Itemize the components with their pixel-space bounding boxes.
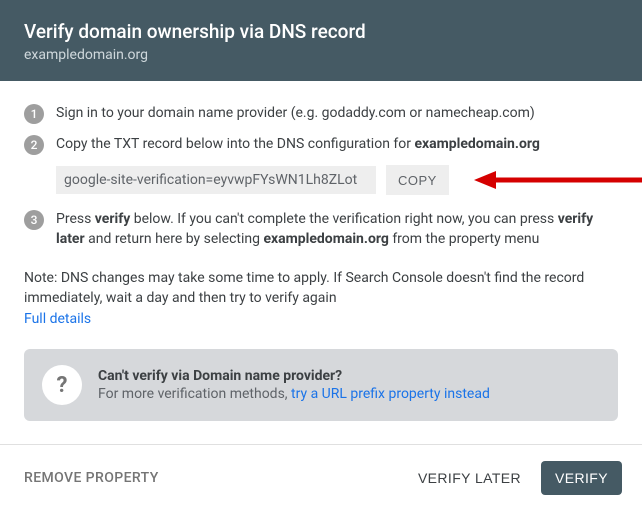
step-3-text: Press verify below. If you can't complet… <box>56 209 618 250</box>
annotation-arrow-icon <box>474 168 642 192</box>
step-2-text: Copy the TXT record below into the DNS c… <box>56 134 618 154</box>
step-3-part: and return here by selecting <box>85 231 264 247</box>
step-3-part: Press <box>56 211 95 227</box>
step-3-part: below. If you can't complete the verific… <box>130 211 557 227</box>
url-prefix-link[interactable]: try a URL prefix property instead <box>291 386 490 402</box>
verify-later-button[interactable]: VERIFY LATER <box>404 461 535 495</box>
step-1: 1 Sign in to your domain name provider (… <box>24 103 618 124</box>
step-1-text: Sign in to your domain name provider (e.… <box>56 103 618 123</box>
info-sub-prefix: For more verification methods, <box>98 386 291 402</box>
step-3: 3 Press verify below. If you can't compl… <box>24 209 618 250</box>
step-number-icon: 1 <box>24 104 44 124</box>
step-number-icon: 2 <box>24 135 44 155</box>
info-text: Can't verify via Domain name provider? F… <box>98 368 490 402</box>
step-3-bold: verify <box>95 211 130 227</box>
step-2-prefix: Copy the TXT record below into the DNS c… <box>56 136 414 152</box>
txt-record-field[interactable]: google-site-verification=eyvwpFYsWN1Lh8Z… <box>56 166 376 194</box>
step-3-bold: exampledomain.org <box>263 231 388 247</box>
dialog-footer: REMOVE PROPERTY VERIFY LATER VERIFY <box>0 444 642 511</box>
note-text: Note: DNS changes may take some time to … <box>24 268 618 309</box>
step-2-domain: exampledomain.org <box>414 136 539 152</box>
dialog-title: Verify domain ownership via DNS record <box>24 20 618 43</box>
info-subtitle: For more verification methods, try a URL… <box>98 386 490 402</box>
step-number-icon: 3 <box>24 210 44 230</box>
question-mark-icon: ? <box>42 365 82 405</box>
dialog-subtitle: exampledomain.org <box>24 47 618 63</box>
dialog-content: 1 Sign in to your domain name provider (… <box>0 81 642 421</box>
txt-record-row: google-site-verification=eyvwpFYsWN1Lh8Z… <box>56 165 618 195</box>
dialog-header: Verify domain ownership via DNS record e… <box>0 0 642 81</box>
info-title: Can't verify via Domain name provider? <box>98 368 490 384</box>
step-2: 2 Copy the TXT record below into the DNS… <box>24 134 618 155</box>
verify-domain-dialog: Verify domain ownership via DNS record e… <box>0 0 642 421</box>
copy-button[interactable]: COPY <box>386 165 449 195</box>
full-details-link[interactable]: Full details <box>24 311 91 327</box>
verify-button[interactable]: VERIFY <box>541 461 622 495</box>
remove-property-button[interactable]: REMOVE PROPERTY <box>24 470 159 486</box>
info-box: ? Can't verify via Domain name provider?… <box>24 349 618 421</box>
step-3-part: from the property menu <box>389 231 540 247</box>
